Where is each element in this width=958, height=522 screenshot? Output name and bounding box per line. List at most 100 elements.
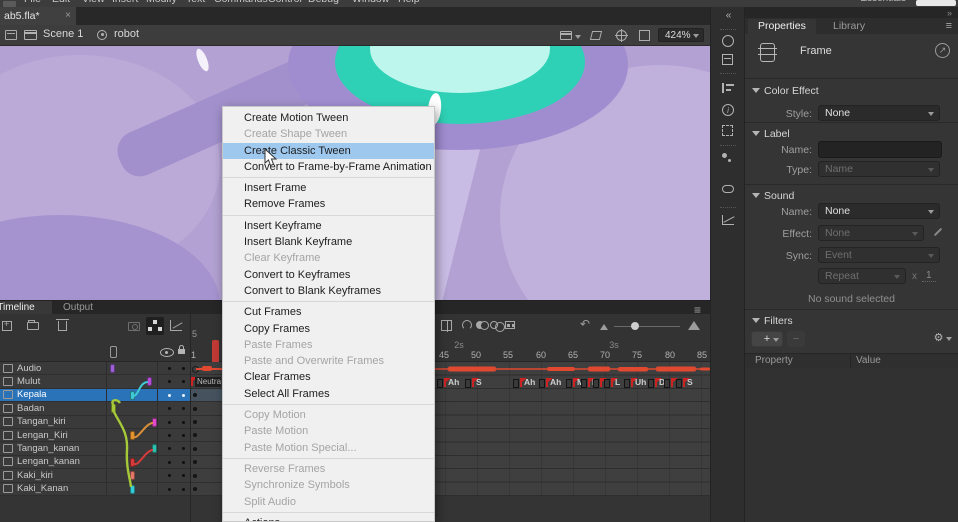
layer-parent-handle[interactable] <box>130 471 135 480</box>
layer-panel-cell[interactable]: Audio <box>0 362 190 375</box>
label-name-input[interactable] <box>818 141 942 158</box>
layer-lock-dot[interactable] <box>182 394 185 397</box>
context-menu-item[interactable]: Clear Frames › <box>223 369 434 385</box>
remove-filter-button[interactable]: − <box>787 331 805 347</box>
section-sound[interactable]: Sound <box>764 190 794 202</box>
layer-parent-handle[interactable] <box>152 444 157 453</box>
layer-name-cell[interactable]: Badan <box>0 402 107 414</box>
swatches-icon[interactable] <box>722 54 733 65</box>
workspace-switcher[interactable]: Essentials <box>860 0 906 6</box>
layer-visibility-dot[interactable] <box>168 461 171 464</box>
zoom-level-select[interactable]: 424% <box>658 28 704 42</box>
layer-parent-cell[interactable] <box>107 362 158 374</box>
context-menu-item[interactable]: Remove Frames › <box>223 196 434 212</box>
timeline-zoom-slider-knob[interactable] <box>631 322 639 330</box>
layer-name-cell[interactable]: Kaki_Kanan <box>0 483 107 495</box>
motion-editor-icon[interactable] <box>722 215 734 225</box>
layer-parent-handle[interactable] <box>111 404 116 413</box>
layer-visibility-dot[interactable] <box>168 407 171 410</box>
layer-panel-cell[interactable]: Mulut <box>0 375 190 388</box>
edit-multiple-frames-icon[interactable] <box>505 321 515 329</box>
sound-repeat-select[interactable]: Repeat <box>818 268 906 284</box>
layer-parent-handle[interactable] <box>147 377 152 386</box>
layer-parent-handle[interactable] <box>110 364 115 373</box>
layer-name-cell[interactable]: Lengan_Kiri <box>0 429 107 441</box>
layer-lock-dot[interactable] <box>182 474 185 477</box>
eye-icon[interactable] <box>160 348 174 357</box>
layer-parent-cell[interactable] <box>107 402 158 414</box>
layer-lock-dot[interactable] <box>182 488 185 491</box>
section-color-effect[interactable]: Color Effect <box>764 85 819 97</box>
clip-content-icon[interactable] <box>639 30 650 41</box>
context-menu-item[interactable]: Convert to Frame-by-Frame Animation › <box>223 159 434 175</box>
layer-panel-cell[interactable]: Kaki_kiri <box>0 469 190 482</box>
color-palette-icon[interactable] <box>722 35 734 47</box>
new-folder-icon[interactable] <box>27 322 39 330</box>
timeline-zoom-out-icon[interactable] <box>600 324 608 330</box>
context-menu-item[interactable]: Cut Frames › <box>223 304 434 320</box>
edit-sound-envelope-icon[interactable] <box>934 228 942 236</box>
layer-parent-cell[interactable] <box>107 483 158 495</box>
sound-name-select[interactable]: None <box>818 203 940 219</box>
context-menu-item[interactable]: Copy Motion › <box>223 407 434 423</box>
menu-item[interactable]: Text <box>186 0 205 6</box>
layer-parent-handle[interactable] <box>130 485 135 494</box>
layer-parent-cell[interactable] <box>107 469 158 481</box>
timeline-layer-row[interactable]: Audio <box>0 362 222 375</box>
center-stage-icon[interactable] <box>616 30 627 41</box>
timeline-layer-row[interactable]: Tangan_kiri <box>0 416 222 429</box>
breadcrumb-scene[interactable]: Scene 1 <box>43 28 83 40</box>
search-input[interactable] <box>916 0 956 6</box>
breadcrumb-symbol[interactable]: robot <box>114 28 139 40</box>
layer-parent-cell[interactable] <box>107 375 158 387</box>
menu-item[interactable]: File <box>24 0 41 6</box>
menu-item[interactable]: Control <box>268 0 302 6</box>
context-menu-item[interactable]: Create Motion Tween › <box>223 110 434 126</box>
panel-action-icon[interactable]: ↗ <box>935 43 950 58</box>
layer-name-cell[interactable]: Mulut <box>0 375 107 387</box>
layer-panel-cell[interactable]: Kepala <box>0 389 190 402</box>
layer-visibility-dot[interactable] <box>168 367 171 370</box>
panel-menu-icon[interactable]: ≡ <box>946 20 952 32</box>
timeline-layer-row[interactable]: Kaki_kiri <box>0 469 222 482</box>
layer-parent-cell[interactable] <box>107 416 158 428</box>
timeline-layer-row[interactable]: Kaki_Kanan <box>0 483 222 496</box>
layer-visibility-dot[interactable] <box>168 447 171 450</box>
layer-panel-cell[interactable]: Tangan_kiri <box>0 416 190 429</box>
layer-parent-cell[interactable] <box>107 442 158 454</box>
sound-effect-select[interactable]: None <box>818 225 924 241</box>
tab-properties[interactable]: Properties <box>748 19 816 34</box>
timeline-zoom-slider[interactable] <box>614 326 680 327</box>
layer-panel-cell[interactable]: Kaki_Kanan <box>0 483 190 496</box>
context-menu-item[interactable]: Paste Motion Special... › <box>223 440 434 456</box>
transform-icon[interactable] <box>722 125 733 136</box>
context-menu-item[interactable]: Actions › <box>223 515 434 522</box>
layer-panel-cell[interactable]: Lengan_Kiri <box>0 429 190 442</box>
timeline-layer-row[interactable]: Mulut <box>0 375 222 388</box>
style-select[interactable]: None <box>818 105 940 121</box>
graph-editor-icon[interactable] <box>170 320 182 331</box>
layer-lock-dot[interactable] <box>182 447 185 450</box>
timeline-layer-row[interactable]: Lengan_Kiri <box>0 429 222 442</box>
context-menu-item[interactable]: Insert Blank Keyframe › <box>223 234 434 250</box>
layer-visibility-dot[interactable] <box>168 434 171 437</box>
repeat-count-stepper[interactable]: 1 <box>922 270 936 282</box>
reset-timeline-zoom-icon[interactable]: ↶ <box>580 317 590 331</box>
test-movie-icon[interactable] <box>560 31 572 40</box>
add-filter-button[interactable]: + <box>751 331 783 347</box>
filter-options-button[interactable]: ⚙ <box>925 331 952 347</box>
layer-panel-cell[interactable]: Tangan_kanan <box>0 442 190 455</box>
layer-visibility-dot[interactable] <box>168 488 171 491</box>
playhead[interactable] <box>212 340 219 364</box>
window-menu-icon[interactable] <box>5 30 17 40</box>
frame-1-cell[interactable] <box>190 456 222 469</box>
timeline-layer-row[interactable]: Badan <box>0 402 222 415</box>
new-layer-icon[interactable] <box>2 321 12 331</box>
frame-1-cell[interactable] <box>190 469 222 482</box>
frame-1-cell[interactable] <box>190 416 222 429</box>
lock-icon[interactable] <box>178 349 185 354</box>
context-menu-item[interactable]: Reverse Frames › <box>223 461 434 477</box>
frame-1-cell[interactable] <box>190 429 222 442</box>
context-menu-item[interactable]: Copy Frames › <box>223 321 434 337</box>
onion-skin-icon[interactable] <box>476 321 484 329</box>
